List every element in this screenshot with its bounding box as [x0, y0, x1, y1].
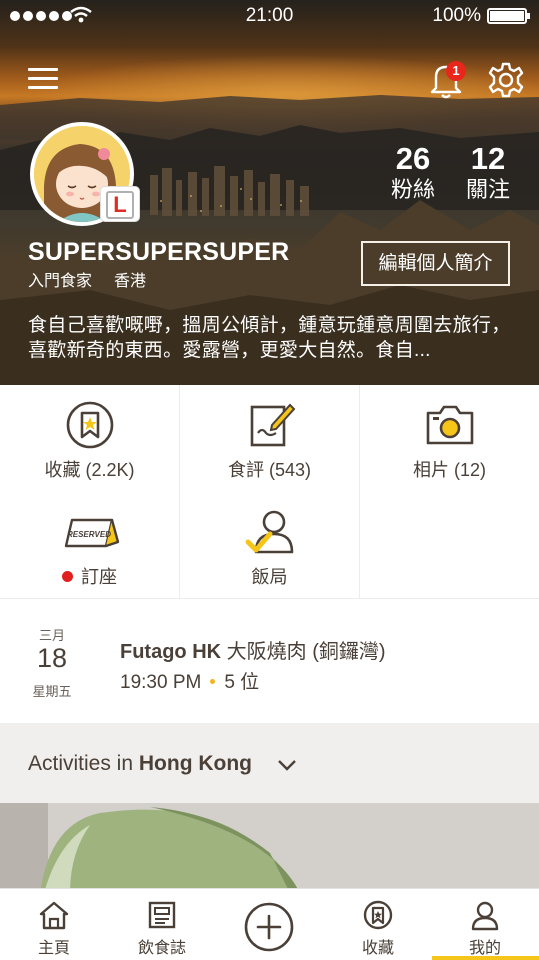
- booking-label: 訂座: [81, 567, 117, 587]
- activities-title: Activities in Hong Kong: [28, 752, 252, 776]
- following-stat[interactable]: 12 關注: [453, 142, 523, 204]
- booking-info: 19:30 PM 5 位: [120, 667, 259, 694]
- bookmarks-label: 收藏 (2.2K): [44, 460, 135, 480]
- home-icon: [39, 901, 69, 930]
- battery-percent: 100%: [432, 5, 481, 26]
- edit-profile-button[interactable]: 編輯個人簡介: [361, 241, 510, 286]
- following-label: 關注: [465, 177, 510, 202]
- tab-bookmarks[interactable]: 收藏: [324, 889, 432, 960]
- tab-home-label: 主頁: [37, 940, 70, 957]
- tab-me-label: 我的: [468, 940, 501, 957]
- bookmark-star-icon: [66, 401, 114, 449]
- following-count: 12: [470, 141, 506, 176]
- tab-home[interactable]: 主頁: [0, 889, 108, 960]
- reserved-sign-text: RESERVED: [67, 530, 111, 539]
- level-badge: L: [100, 186, 140, 222]
- gathering-people-icon: [245, 510, 294, 554]
- status-bar: 21:00 100%: [0, 0, 539, 32]
- chevron-down-icon: [278, 760, 296, 771]
- booking-time: 19:30 PM: [120, 672, 202, 693]
- camera-icon: [426, 405, 474, 445]
- profile-subline: 入門食家 香港: [28, 267, 146, 291]
- booking-day: 18: [36, 643, 68, 673]
- followers-label: 粉絲: [390, 177, 435, 202]
- tab-me[interactable]: 我的: [431, 889, 539, 960]
- user-icon: [471, 901, 499, 931]
- gathering-item[interactable]: 飯局: [180, 492, 359, 598]
- restaurant-name-bold: Futago HK: [120, 641, 222, 663]
- level-badge-letter: L: [106, 191, 134, 219]
- followers-count: 26: [395, 141, 431, 176]
- followers-stat[interactable]: 26 粉絲: [378, 142, 448, 204]
- review-pencil-icon: [250, 403, 296, 447]
- user-rank: 入門食家: [28, 273, 93, 290]
- tab-journal-label: 飲食誌: [137, 940, 186, 957]
- user-location: 香港: [114, 273, 147, 290]
- bookmark-icon: [363, 900, 393, 930]
- reserved-sign-icon: RESERVED: [64, 518, 120, 548]
- bookmarks-item[interactable]: 收藏 (2.2K): [0, 385, 179, 491]
- profile-header: 21:00 100% 1 L 26 粉絲 12 關注 SUPERSUPERSUP…: [0, 0, 539, 385]
- activity-photo[interactable]: [0, 803, 539, 893]
- battery-icon: [487, 8, 530, 24]
- activities-city-selector[interactable]: Activities in Hong Kong: [0, 725, 539, 803]
- booking-people: 5 位: [224, 672, 260, 693]
- separator-dot: [210, 679, 216, 684]
- booking-weekday: 星期五: [32, 684, 72, 699]
- profile-bio[interactable]: 食自己喜歡嘅嘢，搵周公傾計，鍾意玩鍾意周圍去旅行，喜歡新奇的東西。愛露營，更愛大…: [28, 313, 518, 363]
- booking-caption: 訂座: [0, 563, 179, 589]
- activities-prefix: Activities in: [28, 752, 139, 775]
- activity-photo-image: [0, 803, 539, 893]
- activities-city: Hong Kong: [138, 752, 253, 775]
- photos-label: 相片 (12): [412, 460, 486, 480]
- profile-menu-grid: 收藏 (2.2K) 食評 (543) 相片 (12) RESERVED 訂座 飯…: [0, 385, 539, 598]
- tab-journal[interactable]: 飲食誌: [108, 889, 216, 960]
- notification-badge: 1: [446, 61, 466, 81]
- reviews-item[interactable]: 食評 (543): [180, 385, 359, 491]
- reviews-label: 食評 (543): [227, 460, 312, 480]
- booking-month: 三月: [38, 628, 65, 643]
- add-post-plus-icon[interactable]: [243, 901, 295, 953]
- tab-bookmarks-label: 收藏: [361, 940, 394, 957]
- booking-restaurant: Futago HK 大阪燒肉 (銅鑼灣): [120, 635, 386, 664]
- journal-icon: [148, 901, 176, 929]
- restaurant-name-rest: 大阪燒肉 (銅鑼灣): [221, 641, 386, 663]
- booking-alert-dot: [62, 571, 73, 582]
- photos-item[interactable]: 相片 (12): [360, 385, 539, 491]
- gathering-label: 飯局: [251, 567, 288, 587]
- upcoming-booking[interactable]: 三月 18 星期五 Futago HK 大阪燒肉 (銅鑼灣) 19:30 PM 5…: [0, 598, 539, 723]
- username: SUPERSUPERSUPER: [28, 238, 290, 266]
- settings-gear-icon[interactable]: [488, 62, 524, 98]
- menu-button[interactable]: [28, 68, 58, 90]
- booking-item[interactable]: RESERVED 訂座: [0, 492, 179, 598]
